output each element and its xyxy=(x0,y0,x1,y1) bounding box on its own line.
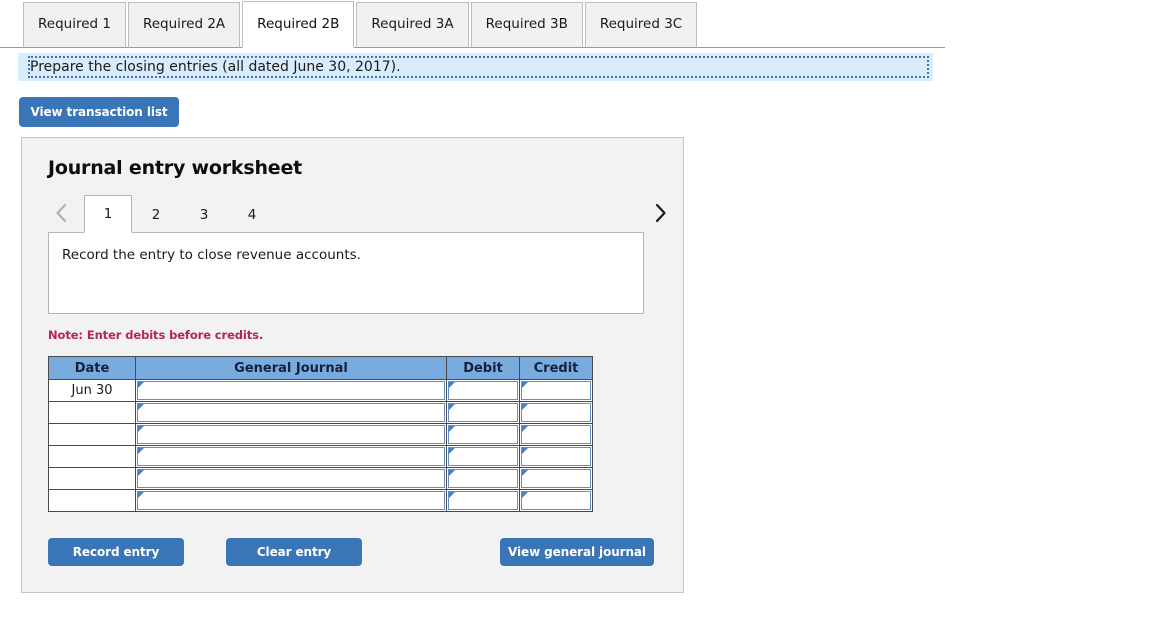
journal-debit-input-cell xyxy=(446,445,520,468)
journal-debit-input[interactable] xyxy=(448,381,518,400)
table-row xyxy=(48,423,593,446)
column-header-general-journal: General Journal xyxy=(135,356,447,380)
journal-date-cell xyxy=(48,445,136,468)
journal-date-cell xyxy=(48,401,136,424)
journal-credit-input-cell xyxy=(519,489,593,512)
journal-account-input[interactable] xyxy=(137,469,445,488)
tab-required-3b[interactable]: Required 3B xyxy=(470,2,583,48)
page-number-list: 1234 xyxy=(84,193,276,233)
chevron-left-icon[interactable] xyxy=(48,199,74,227)
journal-credit-input[interactable] xyxy=(521,425,591,444)
journal-credit-input-cell xyxy=(519,445,593,468)
journal-account-input[interactable] xyxy=(137,447,445,466)
journal-debit-input-cell xyxy=(446,467,520,490)
journal-date-cell xyxy=(48,489,136,512)
journal-date-cell xyxy=(48,423,136,446)
journal-account-input[interactable] xyxy=(137,381,445,400)
journal-debit-input[interactable] xyxy=(448,469,518,488)
panel-title: Journal entry worksheet xyxy=(48,157,303,179)
journal-account-input-cell xyxy=(135,423,447,446)
table-body: Jun 30 xyxy=(48,379,593,512)
worksheet-page-3[interactable]: 3 xyxy=(180,196,228,233)
journal-credit-input[interactable] xyxy=(521,403,591,422)
record-entry-button[interactable]: Record entry xyxy=(48,538,184,566)
tab-required-3a[interactable]: Required 3A xyxy=(356,2,469,48)
instruction-banner: Prepare the closing entries (all dated J… xyxy=(18,53,933,81)
instruction-text: Prepare the closing entries (all dated J… xyxy=(30,59,401,75)
tab-strip: Required 1 Required 2A Required 2B Required… xyxy=(23,0,699,48)
column-header-credit: Credit xyxy=(519,356,593,380)
view-general-journal-button[interactable]: View general journal xyxy=(500,538,654,566)
journal-debit-input-cell xyxy=(446,401,520,424)
table-row: Jun 30 xyxy=(48,379,593,402)
table-header-row: Date General Journal Debit Credit xyxy=(48,356,593,380)
journal-credit-input-cell xyxy=(519,379,593,402)
journal-account-input[interactable] xyxy=(137,403,445,422)
journal-debit-input[interactable] xyxy=(448,491,518,510)
journal-credit-input-cell xyxy=(519,401,593,424)
journal-date-cell xyxy=(48,467,136,490)
view-transaction-list-button[interactable]: View transaction list xyxy=(19,97,179,127)
journal-debit-input[interactable] xyxy=(448,447,518,466)
journal-account-input-cell xyxy=(135,379,447,402)
journal-debit-input-cell xyxy=(446,379,520,402)
journal-credit-input-cell xyxy=(519,423,593,446)
worksheet-page-1[interactable]: 1 xyxy=(84,195,132,233)
journal-account-input[interactable] xyxy=(137,491,445,510)
required-tab-bar: Required 1 Required 2A Required 2B Required… xyxy=(0,0,945,48)
table-row xyxy=(48,445,593,468)
journal-credit-input[interactable] xyxy=(521,491,591,510)
general-journal-table: Date General Journal Debit Credit Jun 30 xyxy=(48,356,593,512)
journal-debit-input-cell xyxy=(446,423,520,446)
table-row xyxy=(48,467,593,490)
table-row xyxy=(48,489,593,512)
journal-debit-input-cell xyxy=(446,489,520,512)
tab-required-2b[interactable]: Required 2B xyxy=(242,1,355,48)
journal-credit-input[interactable] xyxy=(521,469,591,488)
entry-description-text: Record the entry to close revenue accoun… xyxy=(62,247,361,263)
entry-description-box: Record the entry to close revenue accoun… xyxy=(48,232,644,314)
journal-entry-worksheet-panel: Journal entry worksheet 1234 Record the … xyxy=(21,137,684,593)
journal-account-input-cell xyxy=(135,467,447,490)
journal-account-input-cell xyxy=(135,445,447,468)
column-header-debit: Debit xyxy=(446,356,520,380)
debits-before-credits-note: Note: Enter debits before credits. xyxy=(48,328,264,342)
table-row xyxy=(48,401,593,424)
worksheet-page-2[interactable]: 2 xyxy=(132,196,180,233)
journal-credit-input-cell xyxy=(519,467,593,490)
tab-required-3c[interactable]: Required 3C xyxy=(584,2,698,48)
worksheet-pager: 1234 xyxy=(48,193,673,233)
journal-account-input[interactable] xyxy=(137,425,445,444)
journal-date-cell: Jun 30 xyxy=(48,379,136,402)
tab-required-2a[interactable]: Required 2A xyxy=(127,2,241,48)
journal-credit-input[interactable] xyxy=(521,381,591,400)
journal-debit-input[interactable] xyxy=(448,425,518,444)
journal-account-input-cell xyxy=(135,401,447,424)
chevron-right-icon[interactable] xyxy=(647,199,673,227)
worksheet-page-4[interactable]: 4 xyxy=(228,196,276,233)
tab-required-1[interactable]: Required 1 xyxy=(23,2,126,48)
journal-debit-input[interactable] xyxy=(448,403,518,422)
journal-account-input-cell xyxy=(135,489,447,512)
clear-entry-button[interactable]: Clear entry xyxy=(226,538,362,566)
column-header-date: Date xyxy=(48,356,136,380)
journal-credit-input[interactable] xyxy=(521,447,591,466)
